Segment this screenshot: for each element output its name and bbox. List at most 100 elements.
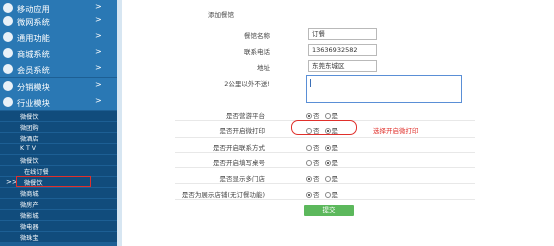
radio-yes-label: 是 <box>331 191 339 199</box>
sidebar-sub-label: 在线订餐 <box>24 169 49 176</box>
submit-button[interactable]: 提交 <box>304 205 354 216</box>
sidebar-sub-label: 微商城 <box>20 191 39 198</box>
sidebar-sub-item[interactable]: 微电器 <box>0 221 117 231</box>
chevron-right-icon: > <box>95 31 102 40</box>
chevron-right-icon: > <box>95 80 102 89</box>
sidebar-sub-item[interactable]: 微餐饮 <box>0 111 117 121</box>
row-divider <box>175 167 475 168</box>
radio-yes-label: 是 <box>331 159 339 167</box>
sidebar-sub-label: 微餐饮 <box>20 158 39 165</box>
sidebar-category-label: 通用功能 <box>17 33 50 43</box>
chevron-right-icon: > <box>95 15 102 24</box>
radio-yes-label: 是 <box>331 144 339 152</box>
radio-group: 否是 <box>306 189 343 199</box>
category-icon <box>3 3 13 13</box>
chevron-right-icon: > <box>95 47 102 56</box>
radio-no-label: 否 <box>313 191 320 199</box>
sidebar-sub-item[interactable]: K T V <box>0 144 117 154</box>
chevron-right-icon: > <box>95 2 102 11</box>
radio-yes[interactable] <box>324 160 331 166</box>
radio-no-label: 否 <box>313 175 320 183</box>
chevron-right-icon: > <box>95 63 102 72</box>
section-title: 添加餐馆 <box>208 11 234 19</box>
category-icon <box>3 97 13 107</box>
sidebar-sub-label: 微酒店 <box>20 136 39 143</box>
category-icon <box>3 64 13 74</box>
sidebar-category-label: 微网系统 <box>17 17 50 27</box>
phone-label: 联系电话 <box>244 48 270 56</box>
sidebar-sub-item[interactable]: 微影城 <box>0 210 117 220</box>
radio-yes[interactable] <box>324 176 331 182</box>
address-input[interactable]: 东莞东城区 <box>308 60 377 72</box>
sidebar-category-member[interactable]: 会员系统 > <box>0 61 117 78</box>
row-divider <box>175 137 475 138</box>
description-label: 2公里以外不送! <box>224 80 270 88</box>
restaurant-name-label: 餐馆名称 <box>244 32 270 40</box>
sidebar-scrollbar[interactable] <box>117 0 122 246</box>
radio-no-label: 否 <box>313 144 320 152</box>
option-label: 是否开启微打印 <box>219 127 266 135</box>
sidebar-sub-label: 微珠宝 <box>20 235 39 242</box>
radio-no[interactable] <box>306 176 312 182</box>
radio-yes-label: 是 <box>331 112 339 120</box>
description-textarea[interactable] <box>306 75 462 103</box>
sidebar-sub-item[interactable]: 微酒店 <box>0 133 117 143</box>
sidebar-sub-item[interactable]: 微房产 <box>0 199 117 209</box>
sidebar-sub-label: 微餐饮 <box>20 114 39 121</box>
sidebar-sub-label: 微团购 <box>20 125 39 132</box>
text-caret <box>310 79 311 87</box>
radio-no-label: 否 <box>313 159 320 167</box>
phone-input[interactable]: 13636932582 <box>308 44 377 56</box>
row-divider <box>175 199 475 200</box>
sidebar-sub-label: K T V <box>20 145 37 152</box>
sidebar-sub-label: 微影城 <box>20 213 39 220</box>
sidebar-sub-item[interactable]: 微餐饮 <box>0 155 117 165</box>
radio-group: 否是 <box>306 142 343 152</box>
option-label: 是否开启填写桌号 <box>213 159 265 167</box>
sidebar-sub-item[interactable]: 微商城 <box>0 188 117 198</box>
sidebar-category-industry[interactable]: 行业模块 > <box>0 94 117 111</box>
radio-yes[interactable] <box>324 145 331 151</box>
address-label: 地址 <box>257 64 270 72</box>
option-label: 是否开启联系方式 <box>213 144 265 152</box>
radio-group: 否是 <box>306 110 343 120</box>
sidebar-sub-label: 微房产 <box>20 202 39 209</box>
sidebar: 移动应用 > 微网系统 > 通用功能 > 商城系统 > 会员系统 > 分销模块 … <box>0 0 117 246</box>
sidebar-category-label: 分销模块 <box>17 82 50 92</box>
radio-yes[interactable] <box>324 113 331 119</box>
sidebar-category-label: 商城系统 <box>17 49 50 59</box>
radio-group: 否是 <box>306 173 343 183</box>
sidebar-category-label: 会员系统 <box>17 65 50 75</box>
option-label: 是否显示多门店 <box>219 175 266 183</box>
sidebar-category-mall[interactable]: 商城系统 > <box>0 45 117 62</box>
radio-yes[interactable] <box>324 192 331 198</box>
form-panel: 添加餐馆 餐馆名称 订餐 联系电话 13636932582 地址 东莞东城区 2… <box>150 0 554 246</box>
sidebar-category-label: 行业模块 <box>17 98 50 108</box>
sidebar-sub-label: 微电器 <box>20 224 39 231</box>
category-icon <box>3 16 13 26</box>
sidebar-category-distribution[interactable]: 分销模块 > <box>0 78 117 95</box>
restaurant-name-input[interactable]: 订餐 <box>308 28 377 40</box>
category-icon <box>3 81 13 91</box>
annotation-note: 选择开启微打印 <box>373 127 419 135</box>
radio-no[interactable] <box>306 192 312 198</box>
row-divider <box>175 183 475 184</box>
highlight-box <box>291 120 357 135</box>
row-divider <box>175 152 475 153</box>
radio-no[interactable] <box>306 113 312 119</box>
highlight-box <box>16 176 91 187</box>
option-label: 是否营游平台 <box>226 112 265 120</box>
sidebar-sub-item[interactable]: 微团购 <box>0 122 117 132</box>
sidebar-category-micro-site[interactable]: 微网系统 > <box>0 13 117 30</box>
radio-no[interactable] <box>306 145 312 151</box>
category-icon <box>3 48 13 58</box>
sidebar-sub-item[interactable]: 微珠宝 <box>0 232 117 242</box>
radio-no-label: 否 <box>313 112 320 120</box>
radio-no[interactable] <box>306 160 312 166</box>
radio-group: 否是 <box>306 157 343 167</box>
sidebar-category-general[interactable]: 通用功能 > <box>0 29 117 46</box>
category-icon <box>3 32 13 42</box>
sidebar-sub-item[interactable]: 在线订餐 <box>0 166 117 176</box>
option-label: 是否为展示店铺(无订餐功能) <box>181 191 265 199</box>
chevron-down-icon: > <box>95 96 102 105</box>
